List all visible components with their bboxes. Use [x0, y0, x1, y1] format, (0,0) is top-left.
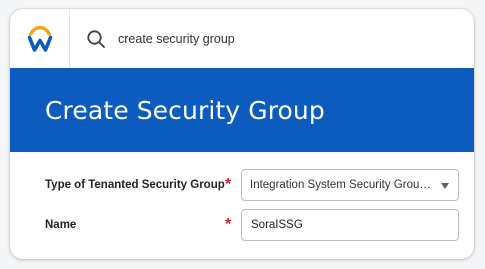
workday-logo-icon [27, 25, 52, 52]
security-group-type-select[interactable]: Integration System Security Group (Uncon… [241, 169, 459, 201]
page-title: Create Security Group [45, 95, 325, 125]
name-field-row: Name * [10, 209, 474, 241]
search-input[interactable] [118, 31, 418, 46]
name-input[interactable] [241, 209, 459, 241]
chevron-down-icon[interactable] [441, 183, 449, 189]
home-logo-button[interactable] [10, 9, 70, 68]
name-field-label: Name [45, 219, 77, 231]
search-icon[interactable] [85, 28, 107, 50]
type-field-label: Type of Tenanted Security Group [45, 179, 225, 191]
page-header: Create Security Group [10, 68, 474, 152]
required-indicator: * [225, 176, 232, 193]
top-bar [10, 9, 474, 68]
required-indicator: * [225, 216, 232, 233]
select-selected-value: Integration System Security Group (Uncon… [250, 179, 432, 191]
search-bar [70, 9, 474, 68]
type-field-row: Type of Tenanted Security Group * Integr… [10, 169, 474, 201]
app-window: Create Security Group Type of Tenanted S… [10, 9, 474, 259]
